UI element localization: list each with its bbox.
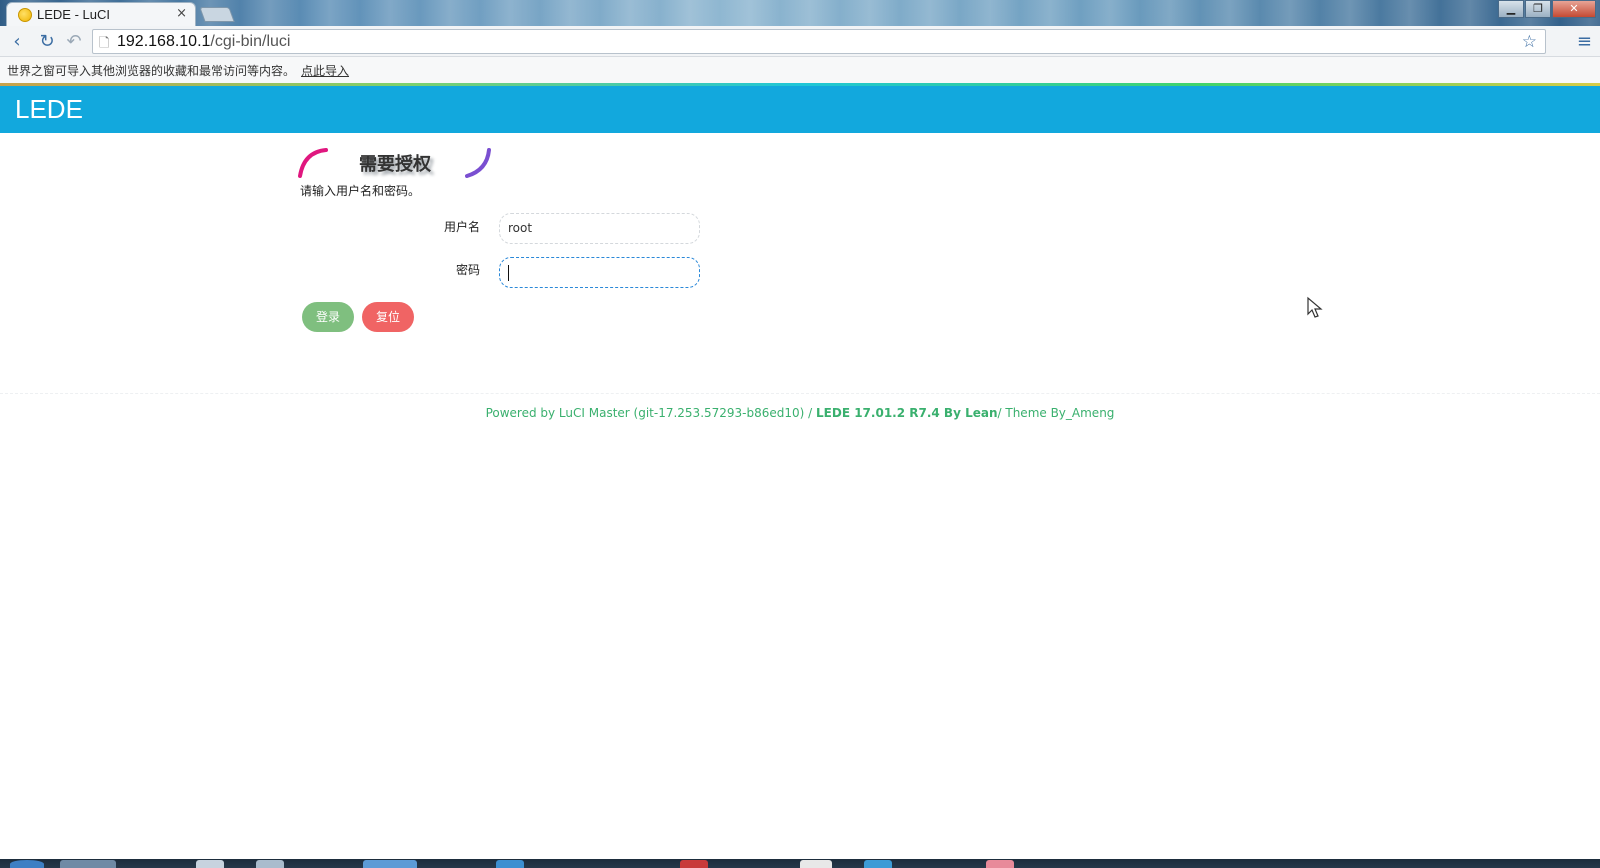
page-icon: 🗋: [99, 36, 110, 51]
password-field[interactable]: [499, 257, 700, 288]
reset-button[interactable]: 复位: [362, 302, 414, 332]
taskbar-item[interactable]: [60, 860, 116, 868]
address-bar[interactable]: 🗋 192.168.10.1/cgi-bin/luci ☆: [92, 29, 1546, 54]
url-text[interactable]: 192.168.10.1/cgi-bin/luci: [117, 33, 290, 51]
auth-description: 请输入用户名和密码。: [300, 184, 421, 198]
auth-title-block: 需要授权: [298, 146, 498, 180]
footer-prefix: Powered by LuCI Master (git-17.253.57293…: [485, 406, 817, 420]
browser-tab[interactable]: LEDE - LuCI ×: [6, 2, 196, 26]
windows-taskbar: [0, 859, 1600, 868]
infobar-message: 世界之窗可导入其他浏览器的收藏和最常访问等内容。: [7, 64, 296, 78]
window-controls: ▁ ❐ ✕: [1497, 0, 1596, 18]
taskbar-item[interactable]: [800, 860, 832, 868]
import-infobar: 世界之窗可导入其他浏览器的收藏和最常访问等内容。 点此导入: [0, 57, 1600, 83]
url-host: 192.168.10.1: [117, 33, 211, 50]
browser-menu-icon[interactable]: ≡: [1577, 31, 1592, 52]
bookmark-star-icon[interactable]: ☆: [1522, 32, 1537, 52]
lede-header: LEDE: [0, 86, 1600, 133]
tab-title: LEDE - LuCI: [37, 7, 110, 22]
browser-titlebar: LEDE - LuCI × ▁ ❐ ✕: [0, 0, 1600, 26]
taskbar-item[interactable]: [256, 860, 284, 868]
taskbar-item[interactable]: [680, 860, 708, 868]
tab-close-icon[interactable]: ×: [176, 6, 187, 21]
footer: Powered by LuCI Master (git-17.253.57293…: [0, 406, 1600, 420]
import-link[interactable]: 点此导入: [301, 62, 349, 79]
minimize-button[interactable]: ▁: [1498, 0, 1524, 18]
footer-version: LEDE 17.01.2 R7.4 By Lean: [816, 406, 998, 420]
taskbar-item[interactable]: [864, 860, 892, 868]
taskbar-item[interactable]: [196, 860, 224, 868]
auth-title: 需要授权: [359, 154, 431, 175]
start-button[interactable]: [10, 860, 44, 868]
taskbar-item[interactable]: [496, 860, 524, 868]
brand-logo-text[interactable]: LEDE: [15, 94, 83, 125]
reload-icon[interactable]: ↻: [36, 31, 58, 53]
username-field[interactable]: root: [499, 213, 700, 244]
footer-divider: [0, 393, 1600, 394]
mouse-cursor-icon: [1307, 296, 1323, 318]
lede-favicon-icon: [18, 8, 32, 22]
right-arc-decoration-icon: [465, 148, 491, 178]
back-icon[interactable]: ‹: [6, 31, 28, 53]
browser-toolbar: ‹ ↻ ↶ 🗋 192.168.10.1/cgi-bin/luci ☆ ≡: [0, 26, 1600, 57]
taskbar-item[interactable]: [986, 860, 1014, 868]
undo-icon[interactable]: ↶: [63, 31, 85, 53]
password-label: 密码: [455, 263, 480, 277]
maximize-button[interactable]: ❐: [1525, 0, 1551, 18]
taskbar-item[interactable]: [363, 860, 417, 868]
new-tab-button[interactable]: [199, 7, 235, 22]
url-path: /cgi-bin/luci: [210, 33, 291, 50]
left-arc-decoration-icon: [298, 148, 328, 178]
text-caret: [508, 265, 509, 281]
footer-suffix: / Theme By_Ameng: [997, 406, 1115, 420]
close-window-button[interactable]: ✕: [1552, 0, 1596, 18]
login-button[interactable]: 登录: [302, 302, 354, 332]
username-label: 用户名: [443, 220, 480, 234]
